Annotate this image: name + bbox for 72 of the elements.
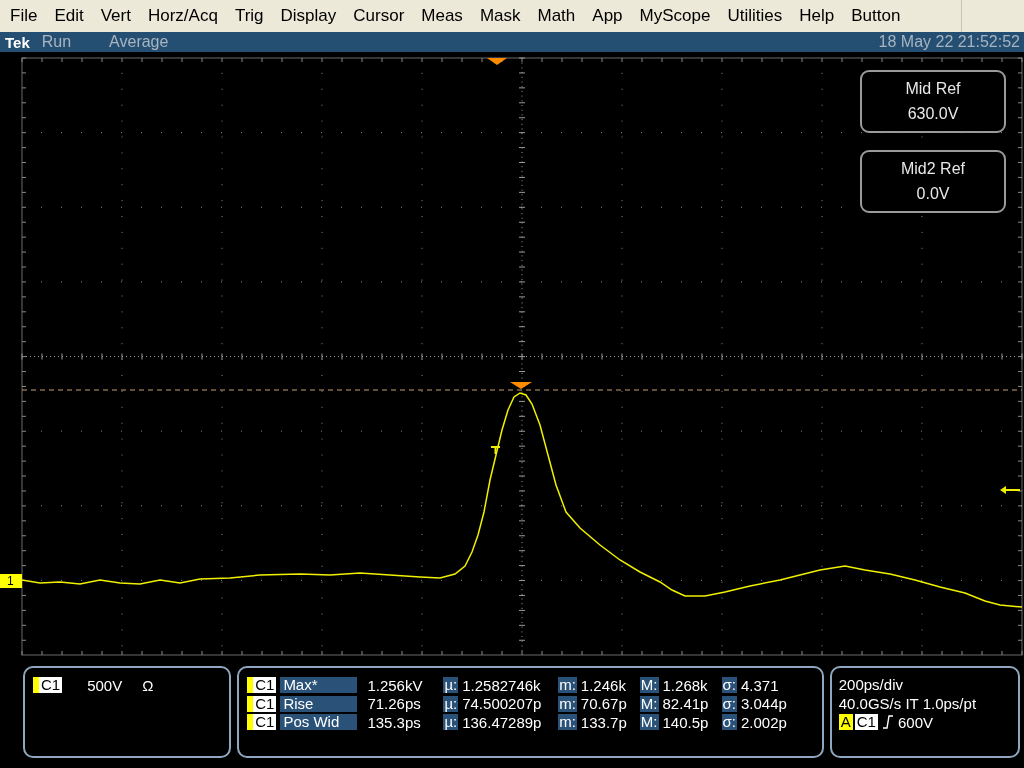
reference-value: 0.0V	[916, 185, 950, 204]
t-marker-icon	[491, 446, 500, 454]
menu-item[interactable]: App	[592, 6, 631, 26]
measurement-value: 135.3ps	[367, 713, 422, 731]
menu-item[interactable]: File	[10, 6, 46, 26]
date-time: 18 May 22 21:52:52	[878, 33, 1020, 51]
channel-label: C1	[854, 714, 878, 731]
menu-item[interactable]: Vert	[100, 6, 139, 26]
statistic-label: µ:	[443, 695, 459, 712]
brand-label: Tek	[5, 33, 30, 51]
trigger-label: A	[838, 714, 853, 731]
menu-item[interactable]: Cursor	[353, 6, 413, 26]
channel-indicator	[33, 677, 39, 694]
statistic-label: M:	[639, 695, 659, 712]
statistic-label: M:	[639, 714, 659, 731]
statistic-value: 136.47289p	[462, 713, 543, 731]
channel-label: C1	[253, 714, 277, 731]
run-state: Run	[41, 33, 72, 51]
menu-item[interactable]: Horz/Acq	[147, 6, 226, 26]
measurement-name[interactable]: Rise	[280, 695, 358, 712]
statistic-label: m:	[558, 695, 577, 712]
menu-item[interactable]: Math	[537, 6, 584, 26]
statistic-value: 1.2582746k	[462, 676, 542, 694]
statistic-value: 133.7p	[580, 713, 628, 731]
menu-item[interactable]: Utilities	[727, 6, 791, 26]
channel-label: C1	[253, 695, 277, 712]
termination-label: Ω	[142, 676, 154, 694]
measurement-value: 1.256kV	[367, 676, 424, 694]
trigger-level-arrow[interactable]	[1000, 486, 1020, 494]
statistic-label: σ:	[721, 714, 737, 731]
statistic-value: 82.41p	[662, 695, 710, 713]
menu-item[interactable]: Display	[280, 6, 345, 26]
statistic-value: 4.371	[740, 676, 779, 694]
statistic-value: 1.268k	[662, 676, 709, 694]
vertical-scale: 500V	[87, 676, 123, 694]
horizontal-scale: 200ps/div	[838, 676, 904, 695]
channel-marker[interactable]: 1	[0, 574, 22, 588]
statistic-label: σ:	[721, 677, 737, 694]
menu-item[interactable]: MyScope	[639, 6, 719, 26]
statistic-label: µ:	[443, 714, 459, 731]
statistic-label: m:	[558, 714, 577, 731]
menu-item[interactable]: Edit	[54, 6, 92, 26]
reference-title: Mid2 Ref	[901, 159, 965, 178]
menu-item[interactable]: Help	[799, 6, 843, 26]
trigger-level: 600V	[897, 713, 933, 731]
menu-item[interactable]: Button	[851, 6, 909, 26]
sample-rate: 40.0GS/s IT 1.0ps/pt	[838, 694, 978, 713]
statistic-value: 2.002p	[740, 713, 787, 731]
menu-item[interactable]: Trig	[234, 6, 272, 26]
rising-edge-icon	[882, 715, 893, 730]
channel-label: C1	[39, 677, 63, 694]
statistic-label: M:	[639, 677, 659, 694]
menu-item[interactable]: Meas	[421, 6, 471, 26]
statistic-label: m:	[558, 677, 577, 694]
trigger-position-marker[interactable]	[487, 58, 507, 65]
reference-value: 630.0V	[907, 105, 959, 124]
measurement-name[interactable]: Pos Wid	[280, 714, 358, 731]
statistic-label: µ:	[443, 677, 459, 694]
channel-label: C1	[253, 677, 277, 694]
statistic-value: 70.67p	[580, 695, 628, 713]
reference-title: Mid Ref	[905, 79, 961, 98]
statistic-value: 74.500207p	[462, 695, 543, 713]
statistic-label: σ:	[721, 695, 737, 712]
acquisition-mode: Average	[109, 33, 169, 51]
statistic-value: 1.246k	[580, 676, 627, 694]
statistic-value: 140.5p	[662, 713, 710, 731]
menu-item[interactable]: Mask	[479, 6, 529, 26]
measurement-name[interactable]: Max*	[280, 677, 358, 694]
channel-indicator	[247, 714, 254, 731]
statistic-value: 3.044p	[740, 695, 787, 713]
measurement-value: 71.26ps	[367, 695, 422, 713]
reference-marker	[510, 382, 532, 389]
